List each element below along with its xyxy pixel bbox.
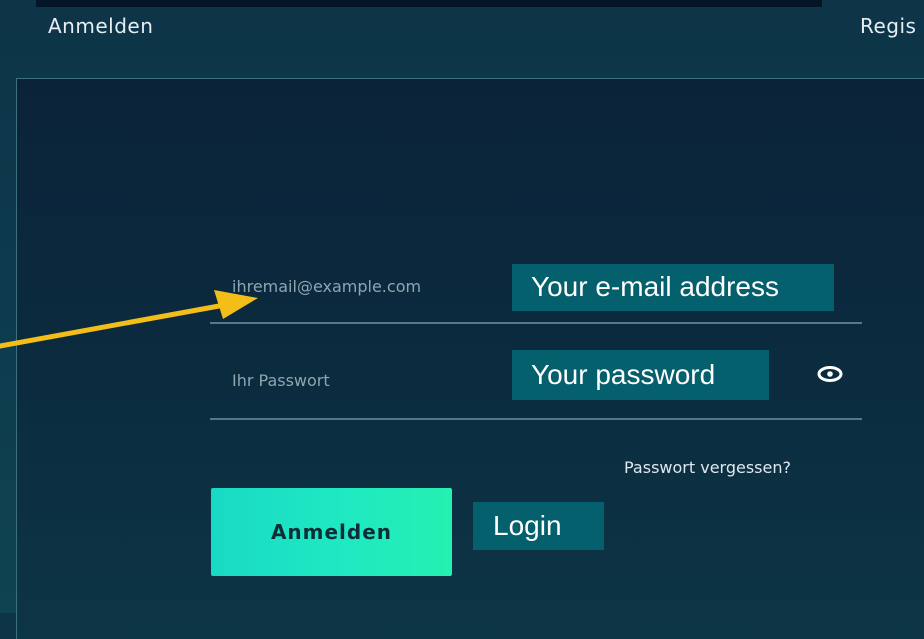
login-button[interactable]: Anmelden xyxy=(211,488,452,576)
password-underline xyxy=(210,418,862,420)
tab-register[interactable]: Regis xyxy=(860,14,916,38)
callout-login: Login xyxy=(473,502,604,550)
email-input[interactable]: ihremail@example.com xyxy=(232,277,421,296)
forgot-password-link[interactable]: Passwort vergessen? xyxy=(624,458,791,477)
callout-email: Your e-mail address xyxy=(512,264,834,311)
callout-password: Your password xyxy=(512,350,769,400)
tab-login[interactable]: Anmelden xyxy=(48,14,153,38)
login-panel xyxy=(16,78,924,639)
top-strip xyxy=(36,0,822,7)
eye-icon[interactable] xyxy=(816,365,844,383)
password-input[interactable]: Ihr Passwort xyxy=(232,371,330,390)
email-underline xyxy=(210,322,862,324)
